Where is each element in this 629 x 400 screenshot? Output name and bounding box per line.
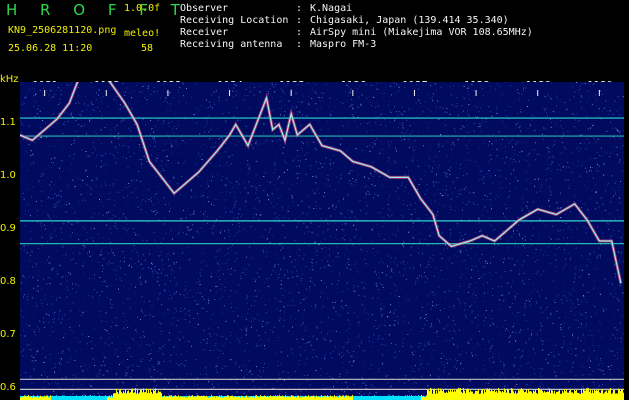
spectrogram-plot xyxy=(20,82,624,400)
info-row-receiver: Receiver: AirSpy mini (Miakejima VOR 108… xyxy=(180,27,533,38)
station-info: Observer: K.Nagai Receiving Location: Ch… xyxy=(180,3,533,51)
info-row-antenna: Receiving antenna: Maspro FM-3 xyxy=(180,39,377,50)
app-name: H R O F F T xyxy=(6,1,189,19)
y-tick-label: 0.9 xyxy=(0,223,16,235)
info-row-observer: Observer: K.Nagai xyxy=(180,3,353,14)
y-tick-label: 0.6 xyxy=(0,382,16,394)
meleo-label: meleo! xyxy=(124,28,161,39)
info-row-location: Receiving Location: Chigasaki, Japan (13… xyxy=(180,15,509,26)
header-panel: H R O F F T 1.0.0f KN9_2506281120.png me… xyxy=(0,0,629,78)
count-label: 58 xyxy=(141,43,154,54)
version-label: 1.0.0f xyxy=(124,3,161,14)
y-tick-label: 1.0 xyxy=(0,170,16,182)
y-tick-label: 0.8 xyxy=(0,276,16,288)
filename-label: KN9_2506281120.png xyxy=(8,25,117,36)
y-tick-label: 0.7 xyxy=(0,329,16,341)
y-tick-label: 1.1 xyxy=(0,117,16,129)
datetime-label: 25.06.28 11:20 xyxy=(8,43,93,54)
y-axis-unit: kHz xyxy=(0,74,19,85)
